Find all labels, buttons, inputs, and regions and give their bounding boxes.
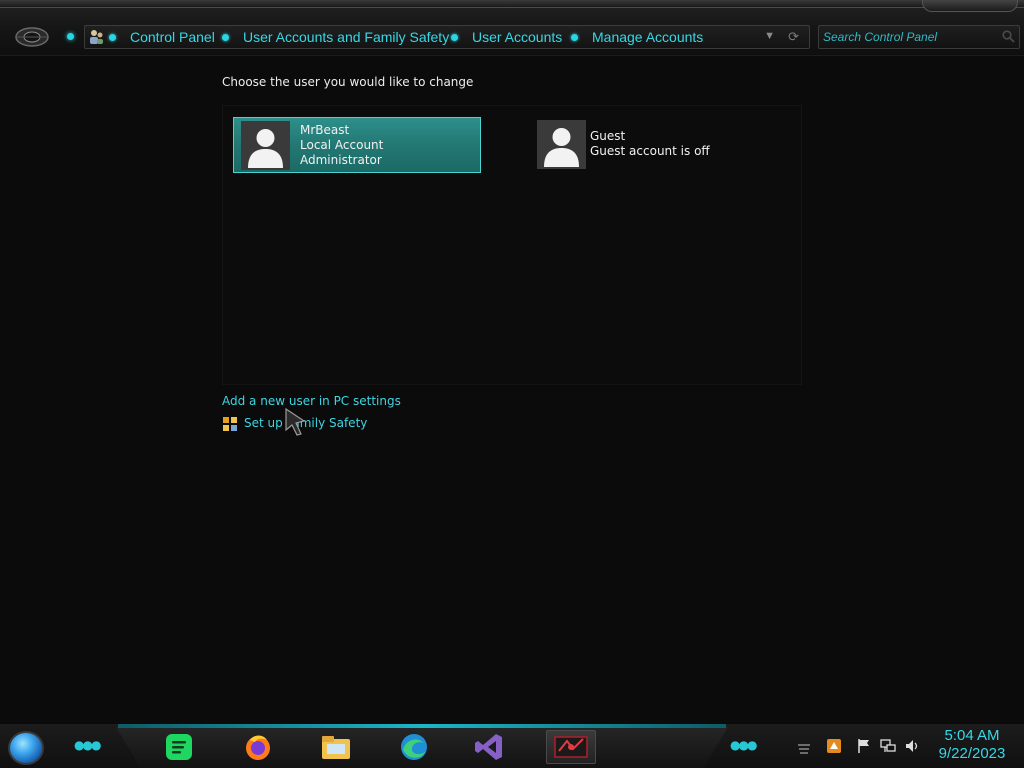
firefox-icon[interactable] <box>241 730 275 764</box>
account-name: MrBeast <box>300 123 350 137</box>
breadcrumb-user-accounts-family-safety[interactable]: User Accounts and Family Safety <box>243 29 449 45</box>
theme-emblem-icon <box>15 27 49 47</box>
account-name: Guest <box>590 129 626 143</box>
window-top-frame: Control Panel User Accounts and Family S… <box>0 0 1024 56</box>
account-tile-mrbeast[interactable]: MrBeast Local Account Administrator <box>233 117 481 173</box>
account-type: Local Account <box>300 138 384 152</box>
search-box[interactable] <box>818 25 1020 49</box>
breadcrumb-separator <box>571 34 578 41</box>
search-input[interactable] <box>823 28 999 46</box>
address-bar[interactable]: Control Panel User Accounts and Family S… <box>84 25 810 49</box>
network-icon[interactable] <box>880 738 896 754</box>
taskbar-glow-line <box>118 724 726 728</box>
breadcrumb-user-accounts[interactable]: User Accounts <box>472 29 562 45</box>
clock-time: 5:04 AM <box>944 727 1000 744</box>
control-panel-app-icon <box>554 736 588 758</box>
breadcrumb-separator <box>222 34 229 41</box>
account-status: Guest account is off <box>590 144 710 158</box>
back-forward-indicator[interactable] <box>67 33 74 40</box>
show-hidden-icons-icon[interactable] <box>796 741 812 757</box>
breadcrumb-manage-accounts[interactable]: Manage Accounts <box>592 29 703 45</box>
taskbar-clock[interactable]: 5:04 AM 9/22/2023 <box>930 727 1014 763</box>
mouse-pointer-icon <box>285 407 306 436</box>
window-caption-ornament <box>922 0 1018 12</box>
page-heading: Choose the user you would like to change <box>222 75 474 89</box>
breadcrumb-control-panel[interactable]: Control Panel <box>130 29 215 45</box>
add-new-user-link[interactable]: Add a new user in PC settings <box>222 394 401 408</box>
taskbar-ornament-left: ●●● <box>74 738 101 752</box>
search-icon[interactable] <box>1002 30 1015 43</box>
user-avatar-icon <box>537 120 586 169</box>
family-safety-icon <box>223 417 237 431</box>
start-button[interactable] <box>8 731 44 765</box>
refresh-icon[interactable]: ⟳ <box>788 29 799 45</box>
clock-date: 9/22/2023 <box>938 745 1006 762</box>
taskbar-app-active[interactable] <box>546 730 596 764</box>
breadcrumb-separator <box>451 34 458 41</box>
account-role: Administrator <box>300 153 382 167</box>
file-explorer-icon[interactable] <box>319 730 353 764</box>
user-accounts-icon <box>90 30 103 44</box>
spotify-icon[interactable] <box>162 730 196 764</box>
volume-icon[interactable] <box>904 738 920 754</box>
chevron-down-icon[interactable]: ▼ <box>764 30 775 42</box>
taskbar-ornament-right: ●●● <box>730 738 757 752</box>
user-avatar-icon <box>241 121 290 170</box>
breadcrumb-separator <box>109 34 116 41</box>
action-center-flag-icon[interactable] <box>856 738 872 754</box>
window-rim <box>0 0 1024 8</box>
accounts-list: MrBeast Local Account Administrator Gues… <box>222 105 802 385</box>
edge-icon[interactable] <box>397 730 431 764</box>
account-tile-guest[interactable]: Guest Guest account is off <box>530 117 790 173</box>
notification-app-icon[interactable] <box>826 738 842 754</box>
visual-studio-icon[interactable] <box>472 730 506 764</box>
